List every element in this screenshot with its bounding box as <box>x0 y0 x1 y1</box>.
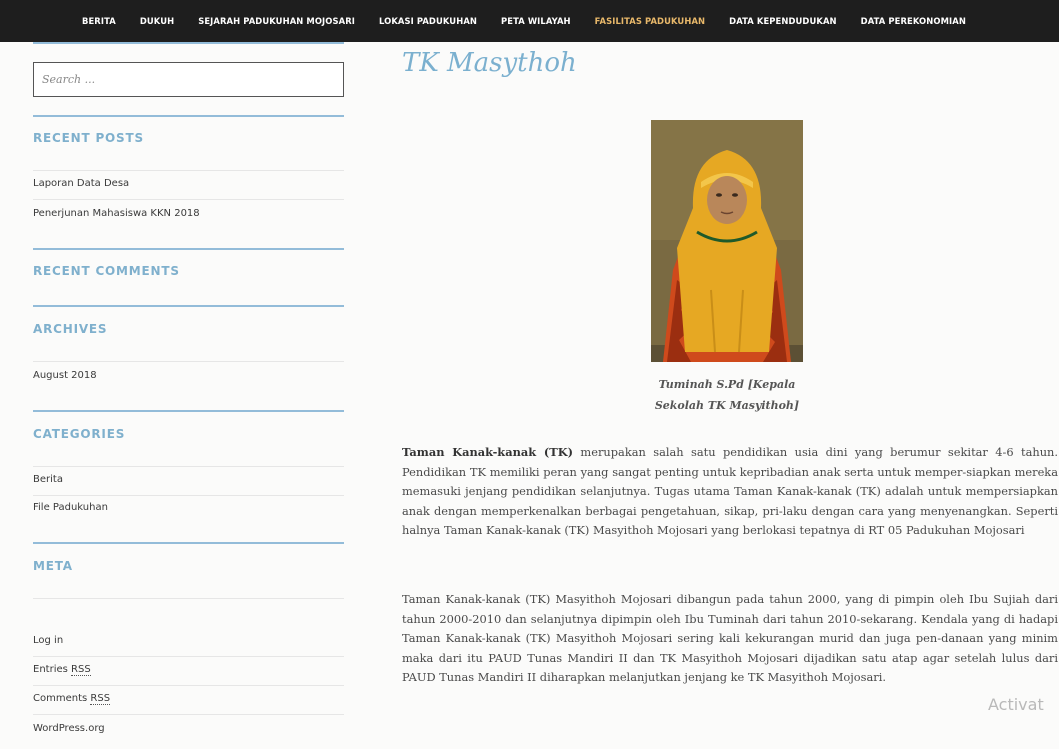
list-divider <box>33 656 344 657</box>
sidebar-divider <box>33 410 344 412</box>
sidebar-divider <box>33 42 344 44</box>
activation-watermark: Activat <box>988 695 1044 714</box>
content-paragraph: Taman Kanak-kanak (TK) Masyithoh Mojosar… <box>402 592 1058 685</box>
entries-rss-label: Entries <box>33 664 68 675</box>
sidebar-divider <box>33 115 344 117</box>
list-divider <box>33 598 344 599</box>
categories-heading: CATEGORIES <box>33 427 126 441</box>
recent-post-link[interactable]: Laporan Data Desa <box>33 178 129 189</box>
bold-term: Taman Kanak-kanak (TK) <box>402 445 574 459</box>
recent-post-link[interactable]: Penerjunan Mahasiswa KKN 2018 <box>33 208 200 219</box>
nav-item-berita[interactable]: BERITA <box>82 16 116 26</box>
caption-line: Sekolah TK Masyithoh] <box>654 399 800 412</box>
sidebar-divider <box>33 542 344 544</box>
rss-abbr: RSS <box>90 693 111 705</box>
list-divider <box>33 199 344 200</box>
nav-item-peta[interactable]: PETA WILAYAH <box>501 16 571 26</box>
sidebar-divider <box>33 248 344 250</box>
sidebar: RECENT POSTS Laporan Data Desa Penerjuna… <box>33 42 344 734</box>
wordpress-link[interactable]: WordPress.org <box>33 723 105 734</box>
nav-item-kependudukan[interactable]: DATA KEPENDUDUKAN <box>729 16 837 26</box>
archive-link[interactable]: August 2018 <box>33 370 97 381</box>
recent-posts-heading: RECENT POSTS <box>33 131 144 145</box>
search-input[interactable] <box>33 62 344 97</box>
nav-item-lokasi[interactable]: LOKASI PADUKUHAN <box>379 16 477 26</box>
list-divider <box>33 466 344 467</box>
login-link[interactable]: Log in <box>33 635 63 646</box>
rss-abbr: RSS <box>71 664 91 676</box>
list-divider <box>33 361 344 362</box>
content-paragraph: Taman Kanak-kanak (TK) merupakan salah s… <box>402 443 1058 541</box>
list-divider <box>33 714 344 715</box>
list-divider <box>33 495 344 496</box>
nav-item-dukuh[interactable]: DUKUH <box>140 16 174 26</box>
nav-item-fasilitas[interactable]: FASILITAS PADUKUHAN <box>595 16 705 26</box>
category-link[interactable]: Berita <box>33 474 63 485</box>
page-title: TK Masythoh <box>402 48 577 78</box>
list-divider <box>33 170 344 171</box>
comments-rss-link[interactable]: Comments RSS <box>33 693 111 705</box>
meta-heading: META <box>33 559 73 573</box>
nav-menu: BERITA DUKUH SEJARAH PADUKUHAN MOJOSARI … <box>0 0 1059 42</box>
archives-heading: ARCHIVES <box>33 322 108 336</box>
recent-comments-heading: RECENT COMMENTS <box>33 264 180 278</box>
entries-rss-link[interactable]: Entries RSS <box>33 664 91 676</box>
list-divider <box>33 685 344 686</box>
nav-item-perekonomian[interactable]: DATA PEREKONOMIAN <box>861 16 966 26</box>
headmistress-photo <box>651 120 803 362</box>
nav-item-sejarah[interactable]: SEJARAH PADUKUHAN MOJOSARI <box>198 16 355 26</box>
photo-caption: Tuminah S.Pd [Kepala Sekolah TK Masyitho… <box>626 374 828 416</box>
caption-line: Tuminah S.Pd [Kepala <box>658 378 796 391</box>
sidebar-divider <box>33 305 344 307</box>
top-navigation: BERITA DUKUH SEJARAH PADUKUHAN MOJOSARI … <box>0 0 1059 42</box>
comments-rss-label: Comments <box>33 693 88 704</box>
category-link[interactable]: File Padukuhan <box>33 502 108 513</box>
